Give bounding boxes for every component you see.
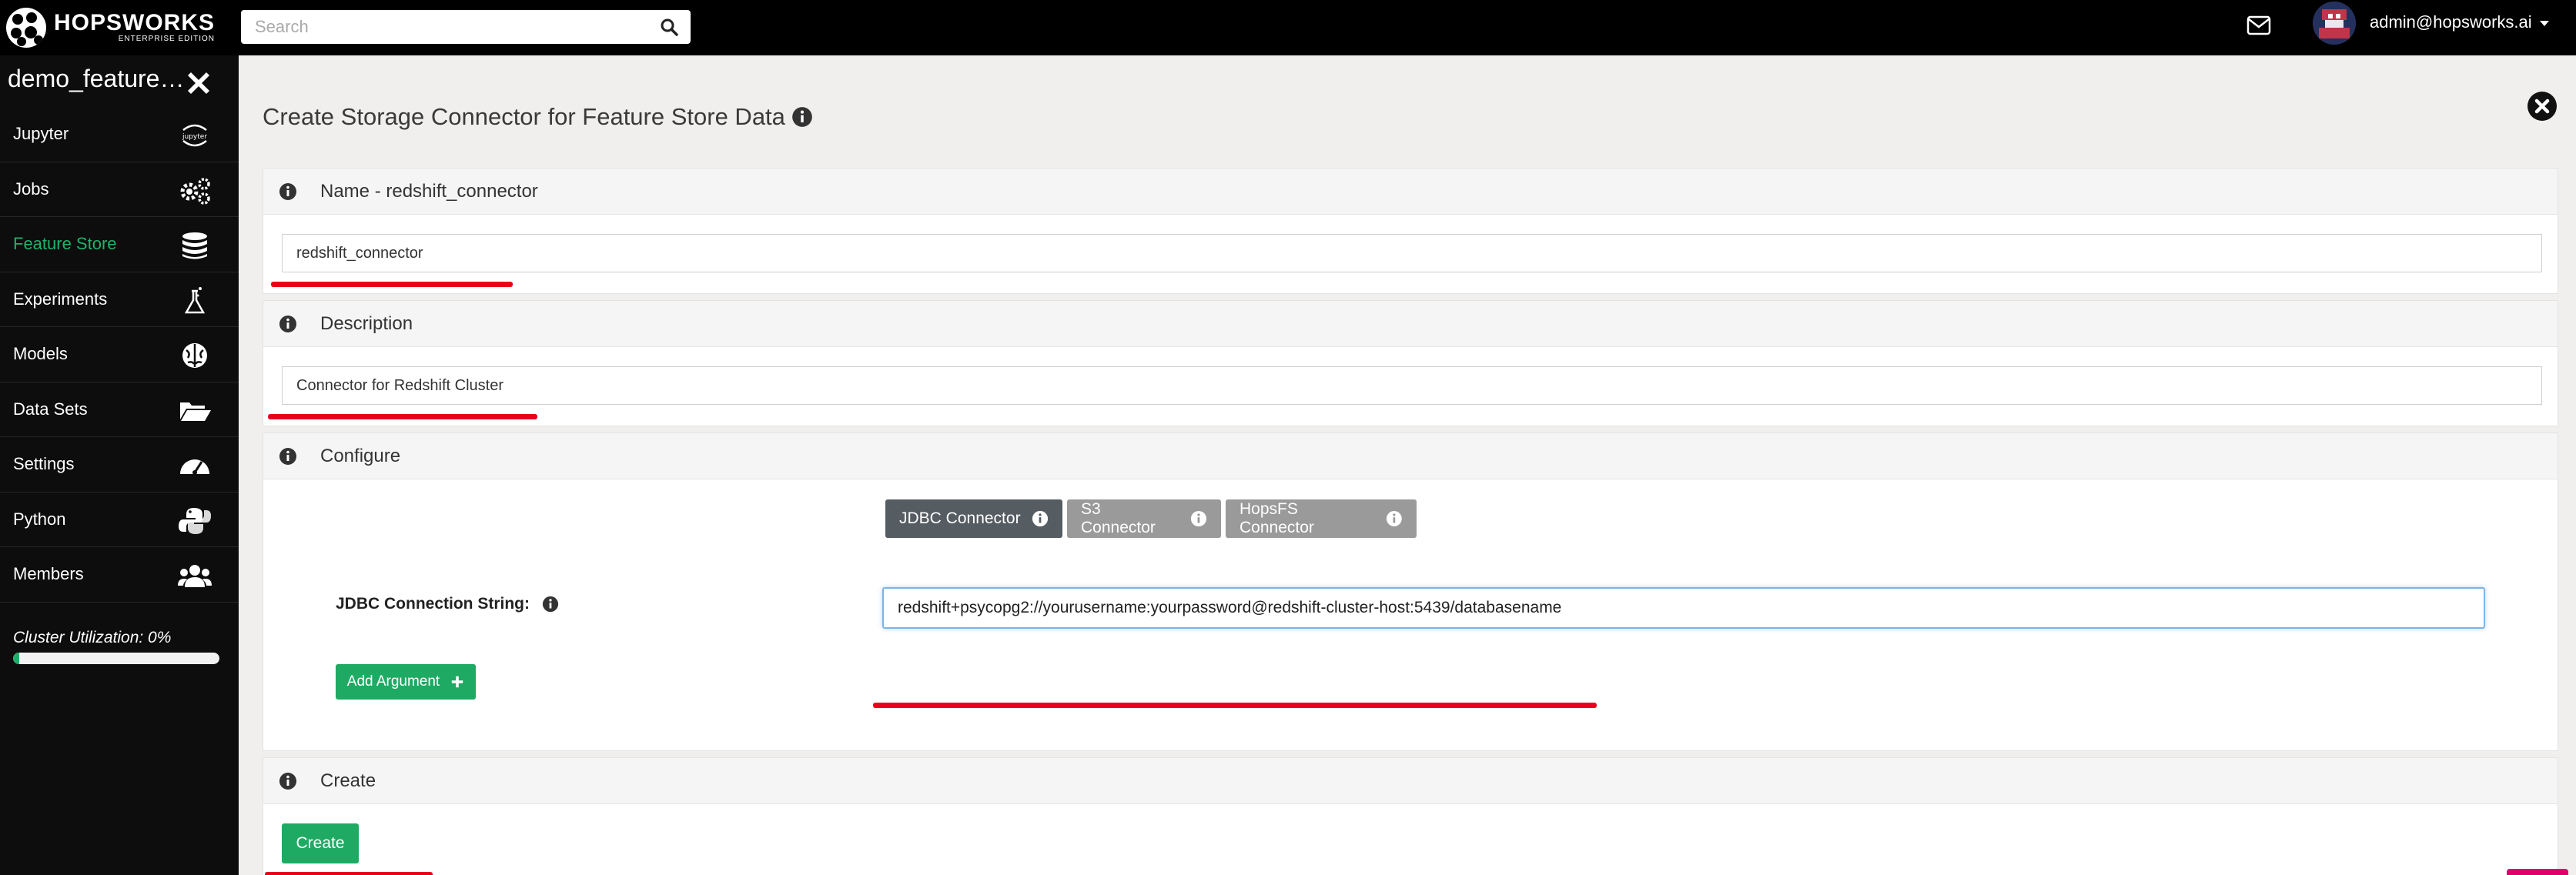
create-button[interactable]: Create <box>282 823 359 863</box>
button-label: S3 Connector <box>1081 500 1156 536</box>
sidebar-item-label: Jupyter <box>13 124 69 144</box>
highlight-underline <box>268 414 537 419</box>
logo-text: HOPSWORKS ENTERPRISE EDITION <box>54 10 216 44</box>
sidebar: demo_featurestore_admin000 Jupyter jupyt… <box>0 55 239 875</box>
sidebar-item-members[interactable]: Members <box>0 547 239 603</box>
sidebar-item-jobs[interactable]: Jobs <box>0 162 239 217</box>
jupyter-icon: jupyter <box>182 124 207 147</box>
flask-icon <box>184 286 206 313</box>
sidebar-item-label: Feature Store <box>13 234 117 254</box>
label-text: JDBC Connection String: <box>336 595 530 613</box>
users-icon <box>178 565 212 587</box>
hopsworks-logo[interactable]: HOPSWORKS ENTERPRISE EDITION <box>6 6 215 49</box>
info-icon[interactable] <box>279 447 297 466</box>
button-label: Add Argument <box>346 673 440 690</box>
info-icon[interactable] <box>791 106 813 128</box>
close-icon[interactable] <box>2527 91 2558 122</box>
cluster-utilization-fill <box>13 653 20 664</box>
scroll-indicator <box>2507 869 2568 875</box>
jdbc-connection-string-label: JDBC Connection String: <box>336 595 559 613</box>
database-icon <box>182 232 207 259</box>
s3-connector-button[interactable]: S3 Connector <box>1067 499 1221 538</box>
configure-panel-heading: Configure <box>320 445 401 466</box>
sidebar-item-label: Settings <box>13 454 75 474</box>
sidebar-item-feature-store[interactable]: Feature Store <box>0 217 239 272</box>
info-icon[interactable] <box>279 182 297 201</box>
gears-icon <box>180 177 210 205</box>
add-argument-button[interactable]: Add Argument <box>336 664 476 700</box>
cluster-utilization-bar <box>13 653 219 664</box>
sidebar-item-jupyter[interactable]: Jupyter jupyter <box>0 107 239 162</box>
create-panel: Create Create <box>263 757 2558 875</box>
cluster-utilization-label: Cluster Utilization: 0% <box>13 629 172 646</box>
sidebar-item-label: Models <box>13 344 68 364</box>
chevron-down-icon <box>2539 20 2549 26</box>
folder-open-icon <box>180 402 211 421</box>
info-icon <box>1190 510 1207 527</box>
sidebar-nav: Jupyter jupyter Jobs Feature Store Exper… <box>0 107 239 603</box>
configure-panel-header: Configure <box>263 433 2558 479</box>
avatar-icon <box>2313 2 2356 45</box>
svg-text:jupyter: jupyter <box>182 133 207 141</box>
sidebar-item-label: Experiments <box>13 289 108 309</box>
hopsfs-connector-button[interactable]: HopsFS Connector <box>1226 499 1417 538</box>
button-label: HopsFS Connector <box>1239 500 1314 536</box>
hopsworks-logo-icon <box>6 8 46 48</box>
info-icon <box>1387 511 1403 526</box>
info-icon[interactable] <box>279 315 297 333</box>
sidebar-item-experiments[interactable]: Experiments <box>0 272 239 327</box>
jdbc-connector-button[interactable]: JDBC Connector <box>885 499 1062 538</box>
page-title: Create Storage Connector for Feature Sto… <box>263 103 813 131</box>
highlight-underline <box>873 703 1597 708</box>
tachometer-icon <box>180 459 209 475</box>
name-panel: Name - redshift_connector <box>263 168 2558 294</box>
avatar[interactable] <box>2313 2 2356 45</box>
envelope-icon[interactable] <box>2246 15 2271 35</box>
jdbc-connection-string-input[interactable] <box>882 587 2485 629</box>
button-label: Create <box>296 834 345 852</box>
button-label: JDBC Connector <box>899 509 1021 527</box>
description-panel-header: Description <box>263 301 2558 347</box>
sidebar-item-settings[interactable]: Settings <box>0 437 239 493</box>
info-icon[interactable] <box>542 596 559 613</box>
main-content: Create Storage Connector for Feature Sto… <box>239 55 2576 875</box>
user-menu[interactable]: admin@hopsworks.ai <box>2370 12 2549 32</box>
sidebar-item-python[interactable]: Python <box>0 493 239 547</box>
highlight-underline <box>271 282 513 287</box>
sidebar-item-models[interactable]: Models <box>0 327 239 382</box>
info-icon[interactable] <box>279 772 297 790</box>
description-input[interactable] <box>282 366 2542 405</box>
name-panel-header: Name - redshift_connector <box>263 169 2558 215</box>
close-project-icon[interactable] <box>183 68 214 99</box>
search-input[interactable] <box>255 10 655 44</box>
info-icon <box>1032 510 1048 527</box>
brain-icon <box>182 343 207 368</box>
highlight-underline <box>265 872 433 875</box>
logo-subtext: ENTERPRISE EDITION <box>118 35 216 43</box>
sidebar-item-label: Data Sets <box>13 399 88 419</box>
name-panel-heading: Name - redshift_connector <box>320 180 538 202</box>
description-panel-heading: Description <box>320 312 413 334</box>
description-panel: Description <box>263 300 2558 426</box>
connector-name-input[interactable] <box>282 234 2542 272</box>
sidebar-item-data-sets[interactable]: Data Sets <box>0 382 239 437</box>
create-panel-header: Create <box>263 758 2558 804</box>
project-name[interactable]: demo_featurestore_admin000 <box>8 65 185 93</box>
sidebar-item-label: Jobs <box>13 179 49 199</box>
search-icon[interactable] <box>660 18 678 36</box>
user-email: admin@hopsworks.ai <box>2370 12 2532 32</box>
plus-icon <box>452 676 463 688</box>
page-title-text: Create Storage Connector for Feature Sto… <box>263 103 785 130</box>
sidebar-item-label: Members <box>13 564 84 584</box>
create-panel-heading: Create <box>320 770 376 791</box>
sidebar-item-label: Python <box>13 509 66 529</box>
search-box <box>241 10 691 44</box>
top-navbar: HOPSWORKS ENTERPRISE EDITION admin@hopsw… <box>0 0 2576 55</box>
configure-panel: Configure JDBC Connector S3 Connector Ho… <box>263 432 2558 751</box>
python-icon <box>179 507 211 534</box>
